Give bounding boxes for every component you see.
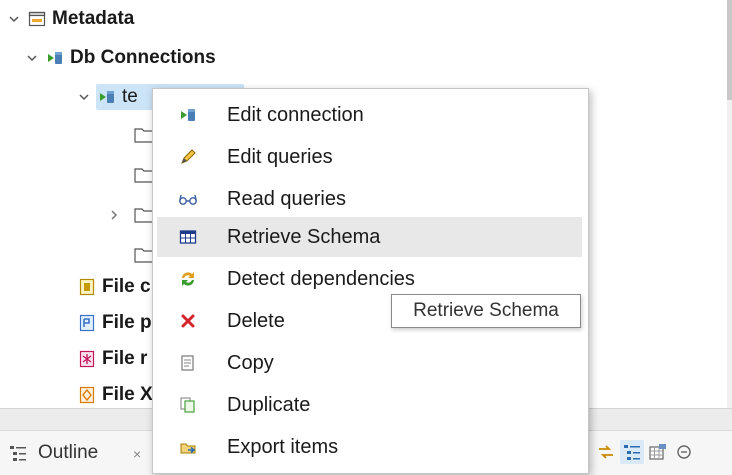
connection-label: te	[122, 86, 138, 107]
copy-icon	[177, 352, 199, 374]
folder-icon	[134, 207, 154, 223]
file-row-label: File X	[102, 384, 153, 405]
menu-item-edit-queries[interactable]: Edit queries	[157, 137, 582, 177]
export-icon	[177, 436, 199, 458]
file-positional-icon	[78, 314, 96, 332]
duplicate-icon	[177, 394, 199, 416]
menu-item-label: Copy	[227, 351, 274, 374]
red-x-icon	[177, 310, 199, 332]
chevron-down-icon[interactable]	[6, 11, 22, 27]
menu-item-retrieve-schema[interactable]: Retrieve Schema	[157, 217, 582, 257]
file-regex-icon	[78, 350, 96, 368]
menu-item-detect-dependencies[interactable]: Detect dependencies	[157, 259, 582, 299]
tree-folder-expandable[interactable]	[106, 198, 154, 232]
tree-node-file-positional[interactable]: File p	[78, 306, 152, 340]
tree-node-db-connections[interactable]: Db Connections	[24, 41, 216, 75]
close-icon[interactable]: ×	[133, 446, 141, 462]
menu-item-export-items[interactable]: Export items	[157, 427, 582, 467]
menu-item-label: Export items	[227, 435, 339, 458]
menu-item-read-queries[interactable]: Read queries	[157, 179, 582, 219]
db-connections-label: Db Connections	[70, 47, 216, 68]
tree-node-file-regex[interactable]: File r	[78, 342, 147, 376]
tree-view-toggle-icon[interactable]	[620, 440, 644, 464]
context-menu: Edit connection Edit queries Read querie…	[152, 88, 589, 474]
metadata-folder-icon	[28, 10, 46, 28]
chevron-down-icon[interactable]	[24, 50, 40, 66]
tree-node-file-delimited[interactable]: File c	[78, 270, 151, 304]
menu-item-label: Delete	[227, 309, 285, 332]
menu-item-label: Detect dependencies	[227, 267, 415, 290]
table-icon	[177, 226, 199, 248]
tree-folder[interactable]	[134, 238, 154, 272]
file-delimited-icon	[78, 278, 96, 296]
outline-icon	[8, 443, 28, 463]
menu-item-label: Read queries	[227, 187, 346, 210]
tree-folder[interactable]	[134, 118, 154, 152]
pencil-icon	[177, 146, 199, 168]
file-xml-icon	[78, 386, 96, 404]
outline-toolbar	[594, 440, 698, 464]
menu-item-edit-connection[interactable]: Edit connection	[157, 95, 582, 135]
file-row-label: File c	[102, 276, 151, 297]
folder-icon	[134, 167, 154, 183]
file-row-label: File p	[102, 312, 152, 333]
folder-icon	[134, 127, 154, 143]
folder-icon	[134, 247, 154, 263]
chevron-right-icon[interactable]	[106, 207, 122, 223]
tree-folder[interactable]	[134, 158, 154, 192]
menu-item-label: Edit queries	[227, 145, 333, 168]
menu-item-label: Duplicate	[227, 393, 311, 416]
outline-tab-label[interactable]: Outline	[38, 442, 98, 464]
refresh-arrows-icon	[177, 268, 199, 290]
file-row-label: File r	[102, 348, 148, 369]
tree-scrollbar-thumb[interactable]	[727, 0, 732, 100]
collapse-all-icon[interactable]	[672, 440, 696, 464]
glasses-icon	[177, 188, 199, 210]
menu-item-label: Retrieve Schema	[227, 225, 381, 248]
tooltip: Retrieve Schema	[391, 294, 581, 328]
chevron-down-icon[interactable]	[76, 89, 92, 105]
menu-item-label: Edit connection	[227, 103, 364, 126]
grid-view-icon[interactable]	[646, 440, 670, 464]
menu-item-copy[interactable]: Copy	[157, 343, 582, 383]
db-connection-icon	[98, 88, 116, 106]
link-with-editor-icon[interactable]	[594, 440, 618, 464]
metadata-label: Metadata	[52, 8, 135, 29]
menu-item-duplicate[interactable]: Duplicate	[157, 385, 582, 425]
tree-node-file-xml[interactable]: File X	[78, 378, 153, 412]
db-connection-icon	[177, 104, 199, 126]
db-connection-icon	[46, 49, 64, 67]
tree-node-metadata[interactable]: Metadata	[6, 2, 134, 36]
